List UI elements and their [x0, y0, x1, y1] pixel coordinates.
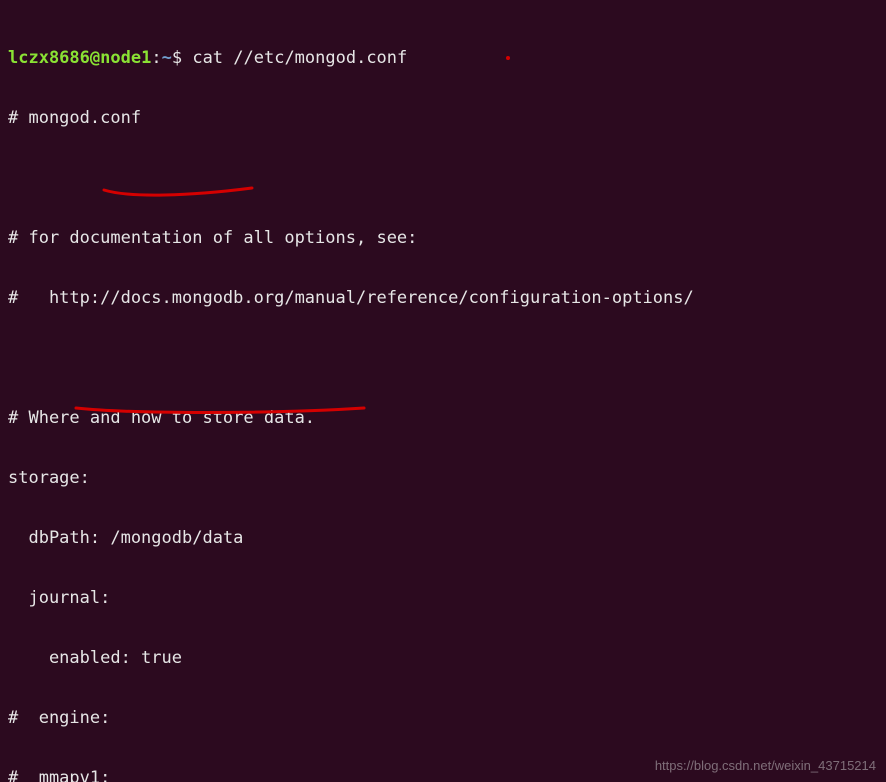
prompt-host: node1	[100, 48, 151, 68]
watermark-text: https://blog.csdn.net/weixin_43715214	[655, 756, 876, 776]
output-line	[8, 168, 878, 188]
output-line: # http://docs.mongodb.org/manual/referen…	[8, 288, 878, 308]
output-line: storage:	[8, 468, 878, 488]
command-text: cat //etc/mongod.conf	[192, 48, 407, 68]
prompt-colon: :	[151, 48, 161, 68]
prompt-path: ~	[162, 48, 172, 68]
output-line: journal:	[8, 588, 878, 608]
output-line: # engine:	[8, 708, 878, 728]
output-line: # Where and how to store data.	[8, 408, 878, 428]
prompt-dollar: $	[172, 48, 182, 68]
prompt-line: lczx8686@node1:~$ cat //etc/mongod.conf	[8, 48, 878, 68]
output-line: # for documentation of all options, see:	[8, 228, 878, 248]
output-line: dbPath: /mongodb/data	[8, 528, 878, 548]
output-line: enabled: true	[8, 648, 878, 668]
output-line: # mongod.conf	[8, 108, 878, 128]
prompt-at: @	[90, 48, 100, 68]
terminal-window[interactable]: lczx8686@node1:~$ cat //etc/mongod.conf …	[0, 0, 886, 782]
output-line	[8, 348, 878, 368]
prompt-user: lczx8686	[8, 48, 90, 68]
